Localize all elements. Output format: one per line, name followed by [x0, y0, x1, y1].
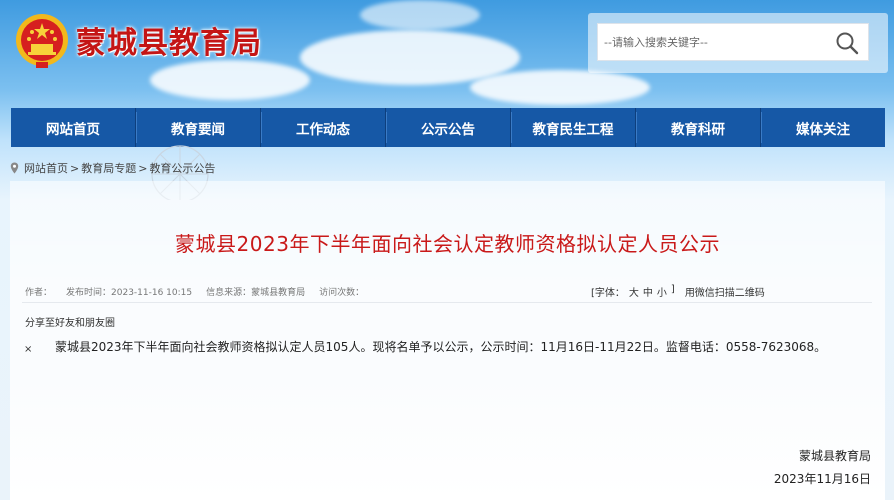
nav-item-media[interactable]: 媒体关注: [761, 108, 885, 147]
site-title: 蒙城县教育局: [76, 26, 262, 61]
search-box: [588, 13, 888, 73]
nav-item-work-updates[interactable]: 工作动态: [261, 108, 387, 147]
page-header: 蒙城县教育局: [0, 0, 894, 107]
search-input[interactable]: [604, 32, 824, 52]
font-size-medium[interactable]: 中: [643, 284, 653, 299]
cloud-decoration: [470, 70, 650, 105]
cloud-decoration: [150, 60, 310, 100]
font-size-small[interactable]: 小: [657, 284, 667, 299]
breadcrumb: 网站首页 > 教育局专题 > 教育公示公告: [10, 160, 215, 176]
main-nav: 网站首页 教育要闻 工作动态 公示公告 教育民生工程 教育科研 媒体关注: [11, 108, 885, 147]
nav-item-home[interactable]: 网站首页: [11, 108, 137, 147]
breadcrumb-topic[interactable]: 教育局专题: [81, 160, 136, 176]
breadcrumb-separator: >: [70, 161, 80, 175]
article-meta: 作者： 发布时间：2023-11-16 10:15 信息来源：蒙城县教育局 访问…: [25, 285, 378, 298]
search-icon[interactable]: [834, 30, 860, 56]
breadcrumb-current[interactable]: 教育公示公告: [149, 160, 215, 176]
signature-org: 蒙城县教育局: [798, 449, 871, 463]
national-emblem-icon: [16, 14, 68, 68]
meta-publish-time: 发布时间：2023-11-16 10:15: [66, 288, 193, 298]
breadcrumb-home[interactable]: 网站首页: [24, 160, 68, 176]
meta-views: 访问次数：: [319, 288, 365, 298]
share-to-friends[interactable]: 分享至好友和朋友圈: [25, 314, 115, 329]
meta-author: 作者：: [25, 288, 53, 298]
location-pin-icon: [10, 162, 19, 174]
article-panel: 蒙城县2023年下半年面向社会认定教师资格拟认定人员公示 作者： 发布时间：20…: [10, 181, 885, 500]
article-tools: [字体： 大 中 小 ] 用微信扫描二维码: [591, 284, 765, 299]
nav-item-research[interactable]: 教育科研: [636, 108, 762, 147]
wechat-qr-link[interactable]: 用微信扫描二维码: [685, 284, 765, 299]
breadcrumb-separator: >: [138, 161, 148, 175]
close-share-button[interactable]: ×: [24, 344, 32, 355]
cloud-decoration: [360, 0, 480, 30]
font-size-label-close: ]: [670, 284, 675, 295]
article-body: 蒙城县2023年下半年面向社会教师资格拟认定人员105人。现将名单予以公示，公示…: [55, 340, 827, 354]
meta-source: 信息来源：蒙城县教育局: [206, 288, 306, 298]
article-title: 蒙城县2023年下半年面向社会认定教师资格拟认定人员公示: [175, 232, 720, 256]
font-size-large[interactable]: 大: [629, 284, 639, 299]
divider: [22, 302, 872, 303]
signature-date: 2023年11月16日: [773, 472, 871, 486]
search-field: [597, 23, 869, 61]
font-size-label: [字体：: [591, 288, 625, 299]
font-size-controls: [字体： 大 中 小 ]: [591, 284, 675, 299]
nav-item-announcements[interactable]: 公示公告: [386, 108, 512, 147]
nav-item-livelihood-projects[interactable]: 教育民生工程: [511, 108, 637, 147]
